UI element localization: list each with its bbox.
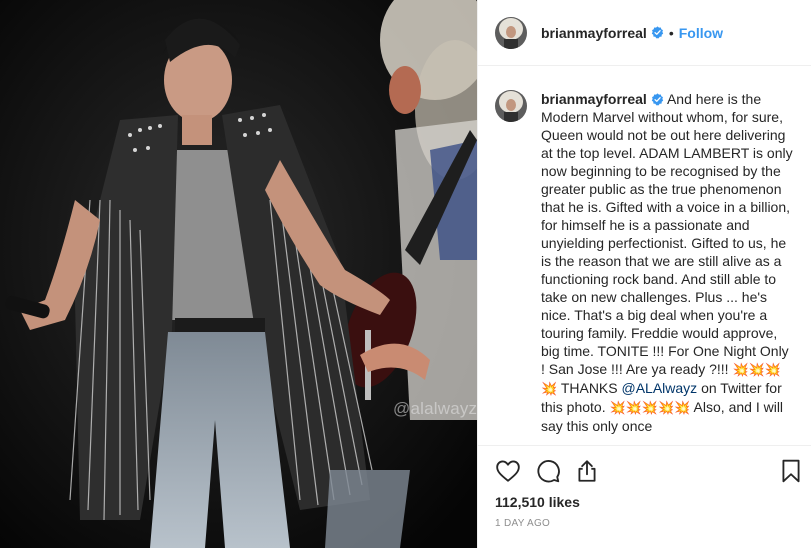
explosion-emoji: 💥💥💥💥💥 [609,400,691,415]
post-timestamp[interactable]: 1 DAY AGO [495,518,795,529]
post-sidebar: brianmayforreal • Follow brianmayforreal… [477,0,811,548]
caption-body: And here is the Modern Marvel without wh… [541,91,793,377]
share-icon[interactable] [574,458,600,484]
avatar[interactable] [495,16,527,49]
caption-body: THANKS [557,380,622,396]
header-separator: • [668,24,674,41]
bookmark-icon[interactable] [778,458,804,484]
comments-section[interactable]: brianmayforreal And here is the Modern M… [478,67,811,445]
caption-username[interactable]: brianmayforreal [541,91,647,107]
follow-button[interactable]: Follow [679,25,723,41]
caption-avatar[interactable] [495,90,527,122]
verified-badge-icon [651,93,664,106]
heart-icon[interactable] [495,458,521,484]
likes-count[interactable]: 112,510 likes [495,494,795,510]
comment-icon[interactable] [535,458,561,484]
verified-badge-icon [651,26,664,39]
caption-text: brianmayforreal And here is the Modern M… [541,90,795,435]
avatar-image [495,90,527,122]
post-photo[interactable]: @alalwayz [0,0,477,548]
instagram-post: @alalwayz brianmayforreal • Follow brian… [0,0,811,548]
concert-photo-illustration [0,0,477,548]
photo-watermark: @alalwayz [393,399,477,418]
post-header: brianmayforreal • Follow [478,0,811,66]
caption: brianmayforreal And here is the Modern M… [495,90,795,435]
post-actions-area: 112,510 likes 1 DAY AGO [478,445,811,548]
header-username[interactable]: brianmayforreal [541,25,647,41]
mention-link[interactable]: @ALAlwayz [622,380,698,396]
avatar-image [495,16,527,49]
action-bar [495,446,800,494]
